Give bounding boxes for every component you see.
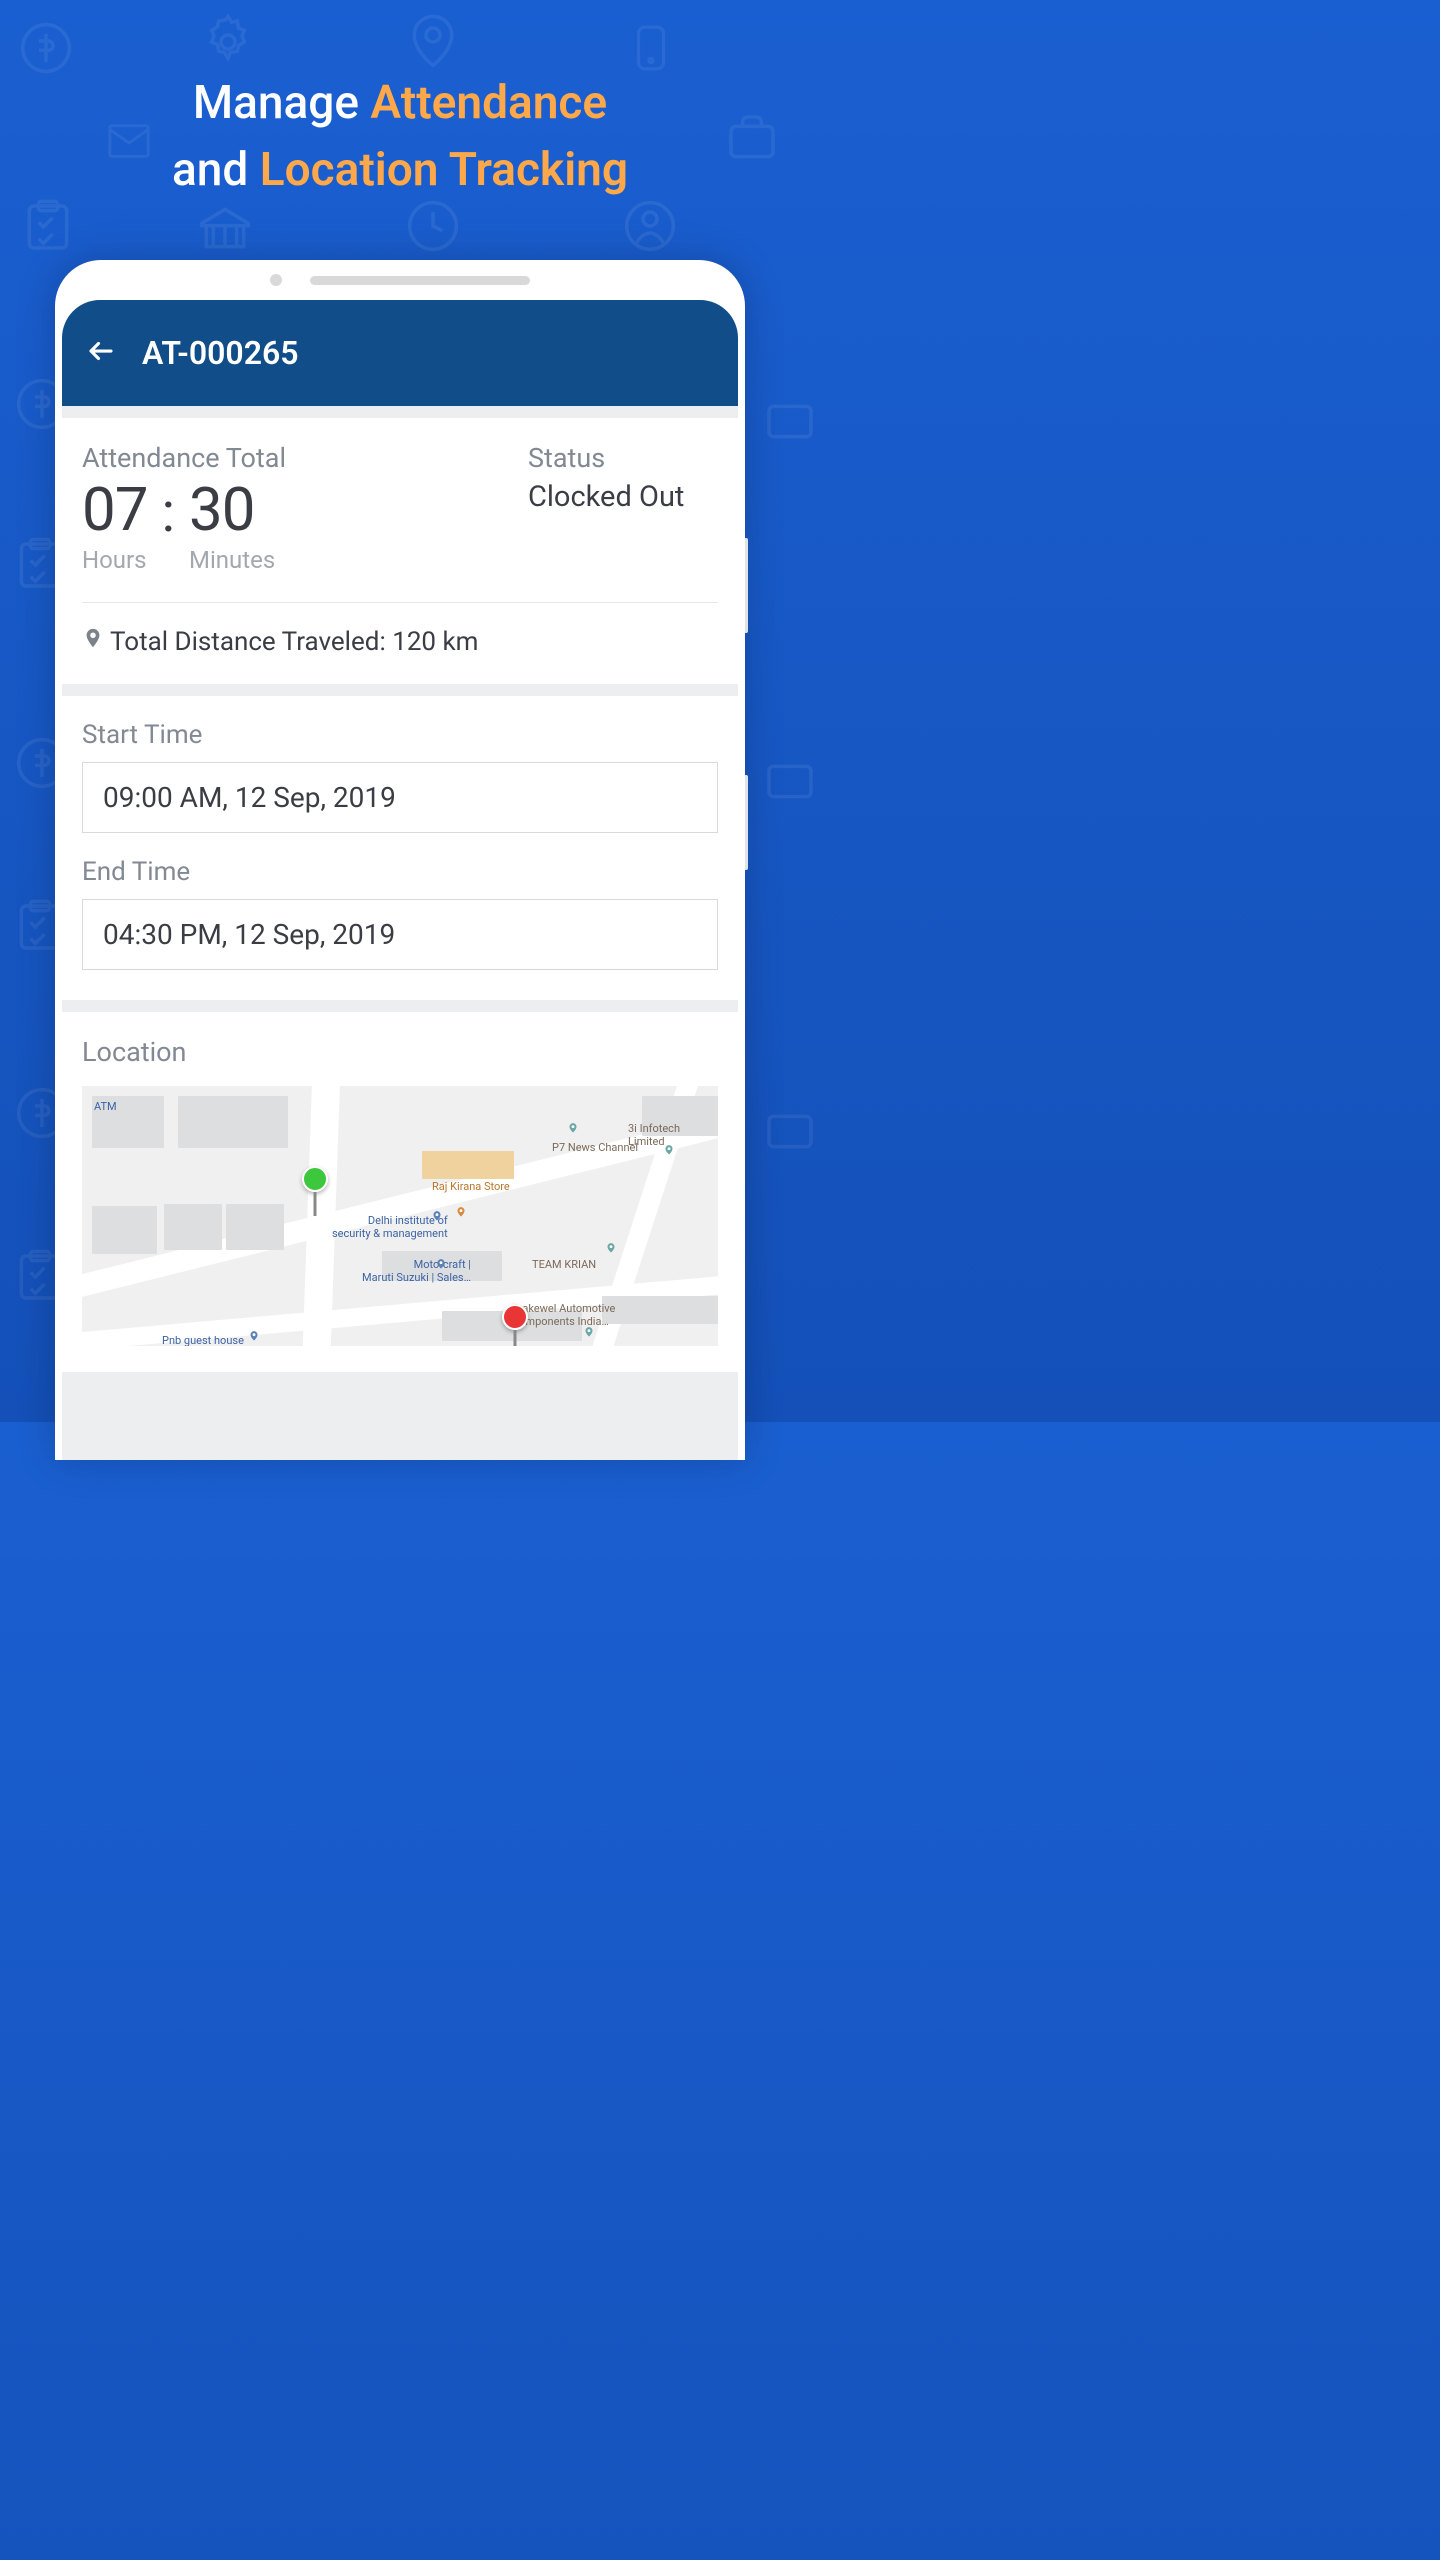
end-time-field[interactable]: 04:30 PM, 12 Sep, 2019: [82, 899, 718, 970]
start-location-pin-icon: [302, 1166, 328, 1192]
status-label: Status: [528, 442, 718, 474]
phone-side-button: [745, 538, 748, 633]
map-poi-label: Raj Kirana Store: [432, 1180, 510, 1193]
distance-row: Total Distance Traveled: 120 km: [82, 603, 718, 658]
phone-frame: AT-000265 Attendance Total 07 Hours : 30…: [55, 260, 745, 1460]
app-screen: AT-000265 Attendance Total 07 Hours : 30…: [62, 300, 738, 1460]
location-label: Location: [82, 1036, 718, 1068]
attendance-total: Attendance Total 07 Hours : 30 Minutes: [82, 442, 286, 574]
hours-unit: Hours: [82, 546, 147, 574]
promo-headline: Manage Attendance and Location Tracking: [0, 0, 800, 203]
start-time-group: Start Time 09:00 AM, 12 Sep, 2019: [82, 720, 718, 833]
minutes-value: 30: [189, 480, 275, 540]
map-poi-label: TEAM KRIAN: [532, 1258, 596, 1271]
location-pin-icon: [82, 625, 104, 658]
start-time-label: Start Time: [82, 720, 718, 750]
page-title: AT-000265: [142, 334, 299, 372]
end-time-label: End Time: [82, 857, 718, 887]
map-poi-label: P7 News Channel: [552, 1141, 638, 1154]
attendance-label: Attendance Total: [82, 442, 286, 474]
location-card: Location ATM: [62, 1012, 738, 1372]
status-value: Clocked Out: [528, 480, 718, 514]
back-arrow-icon[interactable]: [82, 336, 120, 370]
phone-side-button: [745, 775, 748, 870]
times-card: Start Time 09:00 AM, 12 Sep, 2019 End Ti…: [62, 696, 738, 1000]
location-map[interactable]: ATM P7 News Channel 3i Infotech Limited …: [82, 1086, 718, 1346]
map-poi-label: ATM: [94, 1100, 117, 1113]
end-location-pin-icon: [502, 1304, 528, 1330]
map-poi-label: Motorcraft | Maruti Suzuki | Sales…: [362, 1258, 471, 1284]
hours-value: 07: [82, 480, 147, 540]
time-separator: :: [161, 484, 175, 540]
app-bar: AT-000265: [62, 300, 738, 406]
status-block: Status Clocked Out: [528, 442, 718, 574]
distance-text: Total Distance Traveled: 120 km: [110, 627, 478, 657]
end-time-group: End Time 04:30 PM, 12 Sep, 2019: [82, 857, 718, 970]
minutes-unit: Minutes: [189, 546, 275, 574]
map-poi-label: Pnb guest house: [162, 1334, 244, 1346]
summary-card: Attendance Total 07 Hours : 30 Minutes: [62, 418, 738, 684]
phone-notch: [55, 260, 745, 300]
start-time-field[interactable]: 09:00 AM, 12 Sep, 2019: [82, 762, 718, 833]
